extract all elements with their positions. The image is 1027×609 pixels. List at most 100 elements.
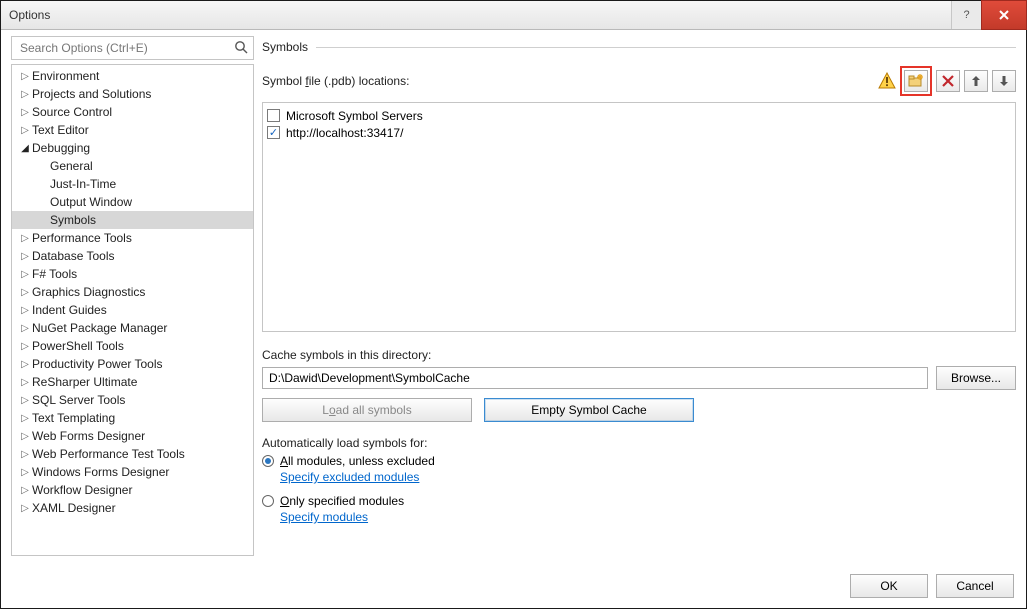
tree-item-xaml-designer[interactable]: ▷XAML Designer [12, 499, 253, 517]
chevron-right-icon[interactable]: ▷ [18, 467, 32, 478]
chevron-right-icon[interactable]: ▷ [18, 431, 32, 442]
delete-location-button[interactable] [936, 70, 960, 92]
tree-label: Just-In-Time [50, 177, 116, 191]
chevron-right-icon[interactable]: ▷ [18, 359, 32, 370]
chevron-right-icon[interactable]: ▷ [18, 251, 32, 262]
tree-item-environment[interactable]: ▷Environment [12, 67, 253, 85]
page-heading: Symbols [262, 40, 308, 54]
tree-item-workflow-designer[interactable]: ▷Workflow Designer [12, 481, 253, 499]
tree-item-text-templating[interactable]: ▷Text Templating [12, 409, 253, 427]
empty-cache-button[interactable]: Empty Symbol Cache [484, 398, 694, 422]
chevron-down-icon[interactable]: ◢ [18, 143, 32, 154]
divider [316, 47, 1016, 48]
chevron-right-icon[interactable]: ▷ [18, 287, 32, 298]
chevron-right-icon[interactable]: ▷ [18, 449, 32, 460]
close-icon [998, 9, 1010, 21]
tree-item-performance-tools[interactable]: ▷Performance Tools [12, 229, 253, 247]
location-checkbox[interactable]: ✓ [267, 126, 280, 139]
tree-label: Environment [32, 69, 99, 83]
tree-label: Performance Tools [32, 231, 132, 245]
cancel-button[interactable]: Cancel [936, 574, 1014, 598]
tree-item-debugging[interactable]: ◢Debugging [12, 139, 253, 157]
options-tree[interactable]: ▷Environment▷Projects and Solutions▷Sour… [11, 64, 254, 556]
chevron-right-icon[interactable]: ▷ [18, 125, 32, 136]
tree-label: Windows Forms Designer [32, 465, 169, 479]
chevron-right-icon[interactable]: ▷ [18, 107, 32, 118]
chevron-right-icon[interactable]: ▷ [18, 395, 32, 406]
browse-button[interactable]: Browse... [936, 366, 1016, 390]
arrow-up-icon [971, 75, 981, 87]
load-all-symbols-button[interactable]: Load all symbols [262, 398, 472, 422]
tree-item-indent-guides[interactable]: ▷Indent Guides [12, 301, 253, 319]
search-box[interactable] [11, 36, 254, 60]
tree-item-f-tools[interactable]: ▷F# Tools [12, 265, 253, 283]
tree-item-sql-server-tools[interactable]: ▷SQL Server Tools [12, 391, 253, 409]
help-button[interactable]: ? [951, 1, 981, 29]
delete-icon [942, 75, 954, 87]
chevron-right-icon[interactable]: ▷ [18, 269, 32, 280]
tree-item-general[interactable]: General [12, 157, 253, 175]
chevron-right-icon[interactable]: ▷ [18, 413, 32, 424]
tree-item-resharper-ultimate[interactable]: ▷ReSharper Ultimate [12, 373, 253, 391]
tree-item-web-forms-designer[interactable]: ▷Web Forms Designer [12, 427, 253, 445]
specify-modules-link[interactable]: Specify modules [280, 510, 1016, 524]
locations-listbox[interactable]: Microsoft Symbol Servers ✓ http://localhos… [262, 102, 1016, 332]
tree-label: Web Performance Test Tools [32, 447, 185, 461]
move-down-button[interactable] [992, 70, 1016, 92]
tree-item-just-in-time[interactable]: Just-In-Time [12, 175, 253, 193]
location-row[interactable]: ✓ http://localhost:33417/ [267, 124, 1011, 141]
chevron-right-icon[interactable]: ▷ [18, 485, 32, 496]
locations-label: Symbol file (.pdb) locations: [262, 74, 409, 88]
tree-item-database-tools[interactable]: ▷Database Tools [12, 247, 253, 265]
move-up-button[interactable] [964, 70, 988, 92]
auto-load-label: Automatically load symbols for: [262, 436, 1016, 450]
tree-item-source-control[interactable]: ▷Source Control [12, 103, 253, 121]
tree-label: NuGet Package Manager [32, 321, 167, 335]
tree-label: PowerShell Tools [32, 339, 124, 353]
tree-item-projects-and-solutions[interactable]: ▷Projects and Solutions [12, 85, 253, 103]
tree-label: F# Tools [32, 267, 77, 281]
ok-button[interactable]: OK [850, 574, 928, 598]
title-bar: Options ? [1, 1, 1026, 30]
chevron-right-icon[interactable]: ▷ [18, 341, 32, 352]
tree-item-graphics-diagnostics[interactable]: ▷Graphics Diagnostics [12, 283, 253, 301]
tree-label: General [50, 159, 93, 173]
search-input[interactable] [18, 40, 229, 56]
tree-item-nuget-package-manager[interactable]: ▷NuGet Package Manager [12, 319, 253, 337]
tree-item-productivity-power-tools[interactable]: ▷Productivity Power Tools [12, 355, 253, 373]
chevron-right-icon[interactable]: ▷ [18, 89, 32, 100]
tree-label: SQL Server Tools [32, 393, 125, 407]
arrow-down-icon [999, 75, 1009, 87]
chevron-right-icon[interactable]: ▷ [18, 503, 32, 514]
new-location-button[interactable] [904, 70, 928, 92]
radio-dot-unselected-icon [262, 495, 274, 507]
chevron-right-icon[interactable]: ▷ [18, 305, 32, 316]
close-button[interactable] [981, 0, 1027, 30]
location-checkbox[interactable] [267, 109, 280, 122]
tree-item-windows-forms-designer[interactable]: ▷Windows Forms Designer [12, 463, 253, 481]
cache-dir-input[interactable] [262, 367, 928, 389]
tree-label: Database Tools [32, 249, 115, 263]
tree-item-output-window[interactable]: Output Window [12, 193, 253, 211]
tree-item-web-performance-test-tools[interactable]: ▷Web Performance Test Tools [12, 445, 253, 463]
cache-dir-label: Cache symbols in this directory: [262, 348, 1016, 362]
location-label: http://localhost:33417/ [286, 126, 403, 140]
location-row[interactable]: Microsoft Symbol Servers [267, 107, 1011, 124]
tree-item-text-editor[interactable]: ▷Text Editor [12, 121, 253, 139]
tree-item-powershell-tools[interactable]: ▷PowerShell Tools [12, 337, 253, 355]
radio-all-label: All modules, unless excluded [280, 454, 435, 468]
chevron-right-icon[interactable]: ▷ [18, 377, 32, 388]
radio-only-specified[interactable]: Only specified modules [262, 494, 1016, 508]
tree-item-symbols[interactable]: Symbols [12, 211, 253, 229]
new-folder-icon [908, 74, 924, 88]
chevron-right-icon[interactable]: ▷ [18, 323, 32, 334]
window-title: Options [9, 8, 951, 22]
chevron-right-icon[interactable]: ▷ [18, 233, 32, 244]
radio-only-label: Only specified modules [280, 494, 404, 508]
tree-label: Productivity Power Tools [32, 357, 163, 371]
tree-label: Text Templating [32, 411, 115, 425]
specify-excluded-link[interactable]: Specify excluded modules [280, 470, 1016, 484]
tree-label: Projects and Solutions [32, 87, 151, 101]
radio-all-modules[interactable]: All modules, unless excluded [262, 454, 1016, 468]
chevron-right-icon[interactable]: ▷ [18, 71, 32, 82]
